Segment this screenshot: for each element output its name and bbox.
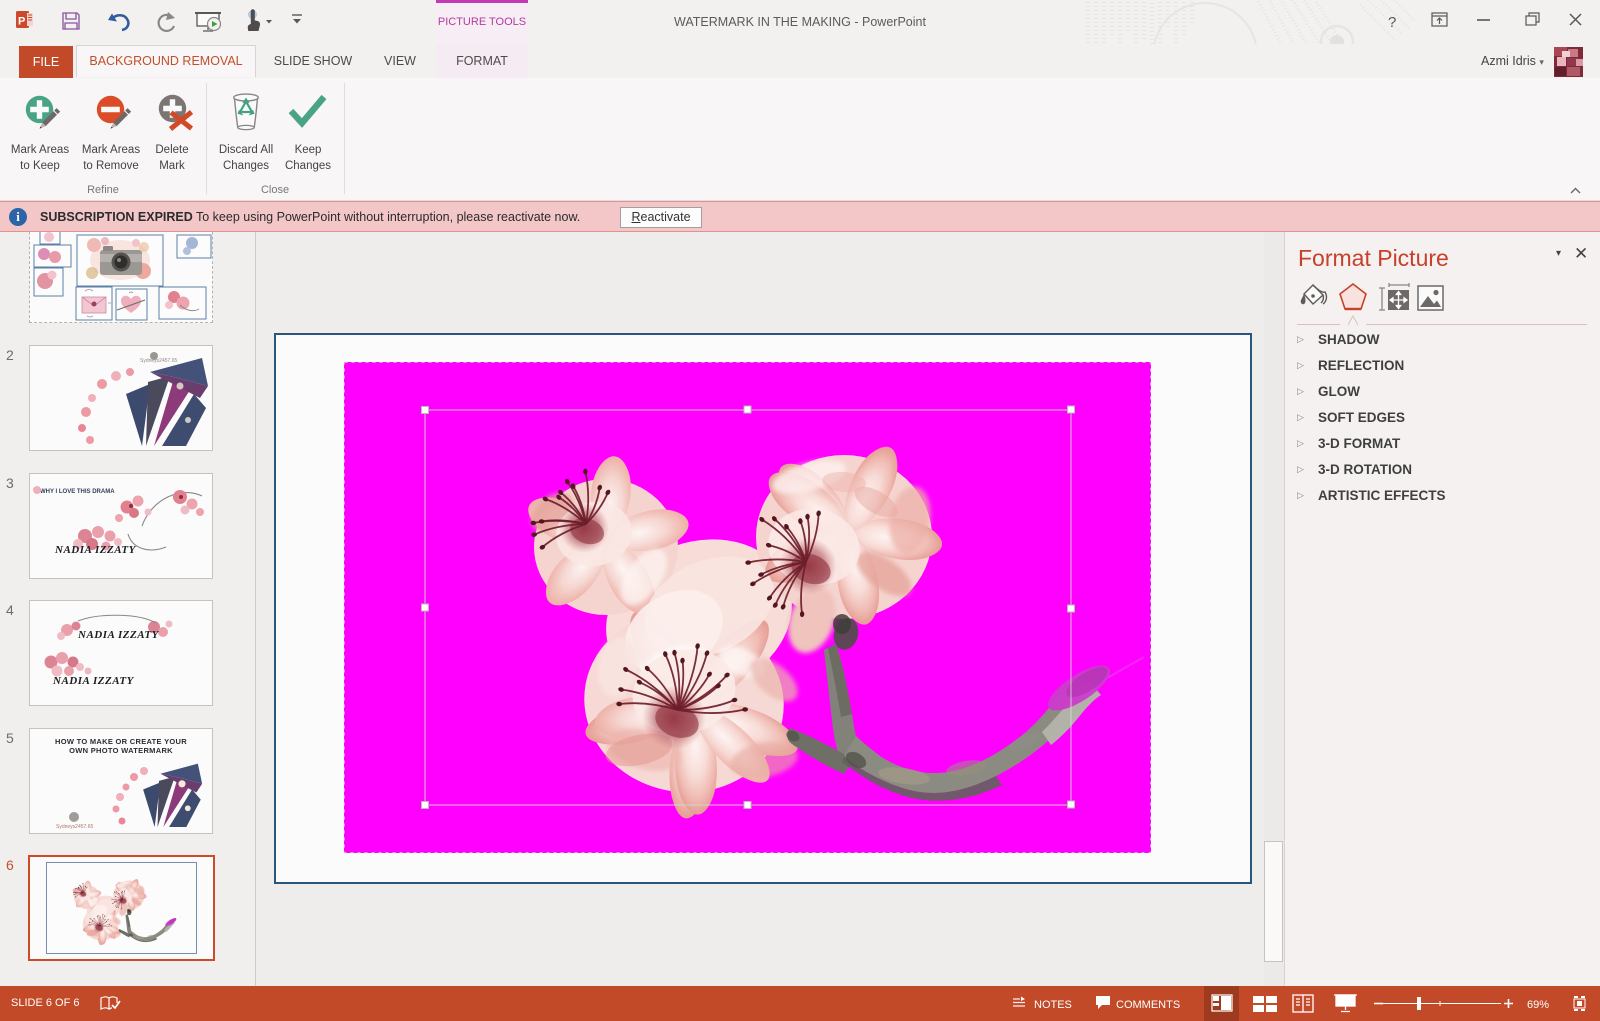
- svg-text:NADIA IZZATY: NADIA IZZATY: [54, 544, 137, 556]
- svg-text:NOTES: NOTES: [1034, 999, 1072, 1011]
- svg-text:WHY I LOVE THIS DRAMA: WHY I LOVE THIS DRAMA: [40, 489, 115, 495]
- svg-text:OWN PHOTO WATERMARK: OWN PHOTO WATERMARK: [69, 746, 173, 755]
- svg-text:NADIA IZZATY: NADIA IZZATY: [77, 629, 160, 641]
- svg-text:P: P: [18, 16, 25, 28]
- svg-text:HOW TO MAKE OR CREATE YOUR: HOW TO MAKE OR CREATE YOUR: [55, 737, 187, 746]
- svg-text:COMMENTS: COMMENTS: [1116, 999, 1180, 1011]
- svg-text:Sydneys2457.65: Sydneys2457.65: [56, 824, 93, 830]
- svg-text:Sydneys2457.65: Sydneys2457.65: [140, 358, 177, 364]
- svg-text:69%: 69%: [1527, 999, 1549, 1011]
- svg-text:NADIA IZZATY: NADIA IZZATY: [52, 675, 135, 687]
- svg-text:?: ?: [1388, 14, 1396, 31]
